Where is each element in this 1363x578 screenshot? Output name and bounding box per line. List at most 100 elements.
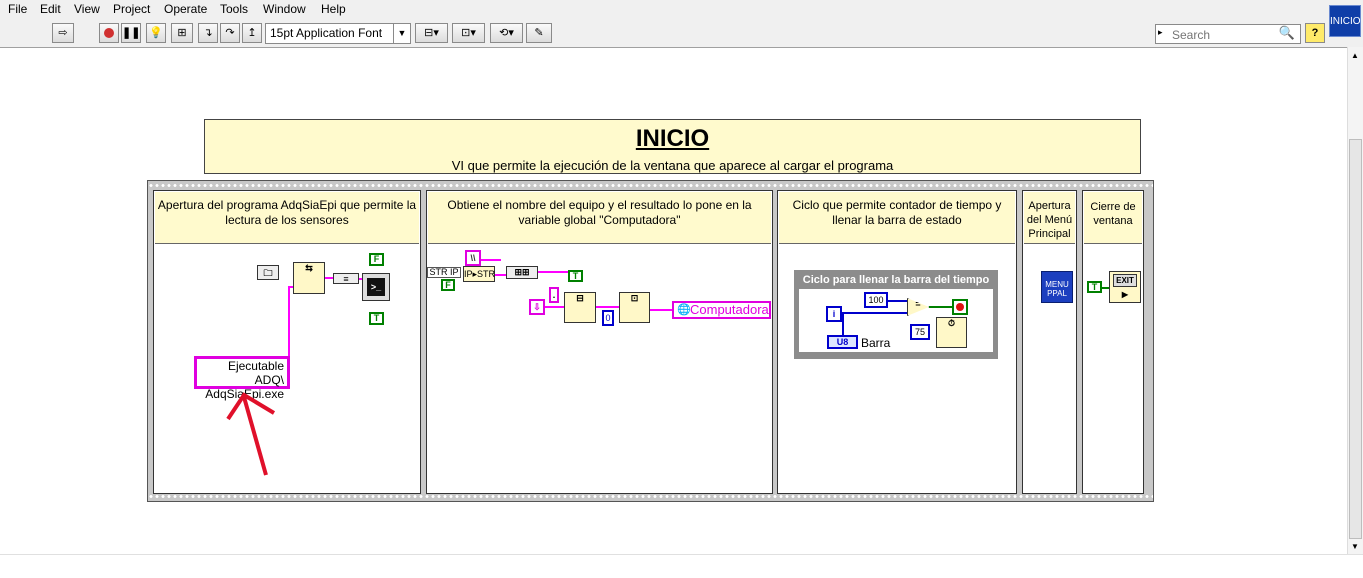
highlight-execution-icon[interactable]: 💡	[146, 23, 166, 43]
backslash-constant[interactable]: \\	[465, 250, 481, 266]
frame-comment: Obtiene el nombre del equipo y el result…	[428, 192, 771, 244]
bool-false-constant[interactable]: F	[369, 253, 384, 266]
bool-true-constant[interactable]: T	[369, 312, 384, 325]
search-box[interactable]: ▸ 🔍	[1155, 24, 1301, 44]
stop-condition-icon[interactable]	[952, 299, 968, 315]
film-strip-top	[148, 182, 1153, 189]
wire	[1102, 287, 1109, 289]
bool-true-constant[interactable]: T	[1087, 281, 1102, 293]
match-pattern-icon[interactable]: ⊟	[564, 292, 596, 323]
wire	[481, 259, 501, 261]
vertical-scrollbar[interactable]: ▲ ▼	[1347, 47, 1363, 555]
equal-comparison-icon[interactable]: =	[907, 298, 929, 316]
menu-edit[interactable]: Edit	[40, 2, 61, 16]
menu-project[interactable]: Project	[113, 2, 150, 16]
sequence-frame-3[interactable]: Ciclo que permite contador de tiempo y l…	[777, 190, 1017, 494]
string-constant-icon[interactable]: ⇩	[529, 299, 545, 315]
u8-indicator[interactable]: U8	[827, 335, 858, 349]
font-selector[interactable]: 15pt Application Font ▼	[265, 23, 411, 44]
frame-comment: Ciclo que permite contador de tiempo y l…	[779, 192, 1015, 244]
step-out-icon[interactable]: ↥	[242, 23, 262, 43]
exit-label: EXIT	[1113, 274, 1137, 287]
menu-subvi-line1: MENU	[1045, 280, 1069, 289]
menu-operate[interactable]: Operate	[164, 2, 207, 16]
retain-wire-values-icon[interactable]: ⊞	[171, 23, 193, 43]
string-to-ip-icon[interactable]: STR IP	[427, 267, 461, 278]
wire	[842, 312, 844, 337]
search-icon[interactable]: 🔍	[1279, 25, 1295, 41]
path-constant[interactable]: Ejecutable ADQ\ AdqSiaEpi.exe	[194, 356, 290, 401]
wire	[288, 286, 290, 356]
wire	[843, 312, 907, 314]
sequence-frame-4[interactable]: Apertura del Menú Principal MENU PPAL	[1022, 190, 1077, 494]
wire	[650, 309, 672, 311]
constant-100[interactable]: 100	[864, 292, 888, 308]
font-selector-label: 15pt Application Font	[270, 26, 383, 40]
system-exec-icon[interactable]: >_	[362, 273, 390, 301]
bool-true-constant[interactable]: T	[568, 270, 583, 282]
frame-comment: Apertura del Menú Principal	[1024, 192, 1075, 244]
wire	[545, 306, 564, 308]
scroll-up-icon[interactable]: ▲	[1351, 51, 1359, 60]
path-constant-line1: Ejecutable ADQ\	[227, 359, 284, 387]
run-arrow-icon[interactable]: ⇨	[52, 23, 74, 43]
menu-tools[interactable]: Tools	[220, 2, 248, 16]
wire	[495, 274, 506, 276]
ip-label: IP	[450, 267, 459, 277]
help-button[interactable]: ?	[1305, 23, 1325, 43]
menu-view[interactable]: View	[74, 2, 100, 16]
sequence-frame-5[interactable]: Cierre de ventana T EXIT ▶	[1082, 190, 1144, 494]
exit-arrow-icon: ▶	[1121, 290, 1129, 299]
diagram-title-box: INICIO VI que permite la ejecución de la…	[204, 119, 1141, 174]
chevron-down-icon: ▼	[393, 24, 410, 43]
iteration-terminal[interactable]: i	[826, 306, 842, 322]
align-objects-icon[interactable]: ⊟▾	[415, 23, 448, 43]
str-label: STR	[429, 267, 448, 277]
step-into-icon[interactable]: ↴	[198, 23, 218, 43]
folder-icon[interactable]: 🗀	[257, 265, 279, 280]
path-to-string-icon[interactable]: ≡	[333, 273, 359, 284]
zero-constant[interactable]: 0	[602, 310, 614, 326]
status-area	[0, 554, 1363, 578]
wait-ms-metronome-icon[interactable]: ⏱	[936, 317, 967, 348]
frame-comment: Apertura del programa AdqSiaEpi que perm…	[155, 192, 419, 244]
film-strip-bottom	[148, 493, 1153, 500]
menu-bar: File Edit View Project Operate Tools Win…	[0, 0, 1363, 20]
search-dropdown-icon[interactable]: ▸	[1158, 27, 1163, 38]
step-over-icon[interactable]: ↷	[220, 23, 240, 43]
reorder-icon[interactable]: ⟲▾	[490, 23, 523, 43]
abort-icon[interactable]	[99, 23, 119, 43]
diagram-title: INICIO	[635, 125, 710, 152]
exit-function-icon[interactable]: EXIT ▶	[1109, 271, 1141, 303]
bar-label: Barra	[861, 336, 891, 350]
menu-window[interactable]: Window	[263, 2, 306, 16]
cleanup-diagram-icon[interactable]: ✎	[526, 23, 552, 43]
vi-icon[interactable]: INICIO	[1329, 5, 1361, 37]
wire	[538, 271, 568, 273]
global-variable-computadora[interactable]: 🌐 Computadora	[672, 301, 771, 319]
distribute-objects-icon[interactable]: ⊡▾	[452, 23, 485, 43]
build-path-subvi-icon[interactable]: ⇆	[293, 262, 325, 294]
diagram-subtitle: VI que permite la ejecución de la ventan…	[451, 158, 894, 173]
pause-icon[interactable]: ❚❚	[121, 23, 141, 43]
wire	[325, 277, 333, 279]
flat-sequence-structure[interactable]: Apertura del programa AdqSiaEpi que perm…	[147, 180, 1154, 502]
globe-icon: 🌐	[677, 304, 691, 316]
menu-principal-subvi-icon[interactable]: MENU PPAL	[1041, 271, 1073, 303]
toolbar: ⇨ ❚❚ 💡 ⊞ ↴ ↷ ↥ 15pt Application Font ▼ ⊟…	[0, 20, 1363, 48]
scroll-down-icon[interactable]: ▼	[1351, 542, 1359, 551]
menu-help[interactable]: Help	[321, 2, 346, 16]
concatenate-icon[interactable]: ⊞⊞	[506, 266, 538, 279]
string-subset-icon[interactable]: ⊡	[619, 292, 650, 323]
while-loop[interactable]: Ciclo para llenar la barra del tiempo i …	[794, 270, 998, 359]
bool-false-constant[interactable]: F	[441, 279, 455, 291]
dot-constant[interactable]: .	[549, 287, 559, 303]
constant-75[interactable]: 75	[910, 324, 930, 340]
search-input[interactable]	[1170, 26, 1284, 43]
wire	[929, 306, 952, 308]
ip-to-string-icon[interactable]: IP▸STR	[463, 266, 495, 282]
scrollbar-thumb[interactable]	[1349, 139, 1362, 539]
menu-file[interactable]: File	[8, 2, 27, 16]
sequence-frame-2[interactable]: Obtiene el nombre del equipo y el result…	[426, 190, 773, 494]
sequence-frame-1[interactable]: Apertura del programa AdqSiaEpi que perm…	[153, 190, 421, 494]
